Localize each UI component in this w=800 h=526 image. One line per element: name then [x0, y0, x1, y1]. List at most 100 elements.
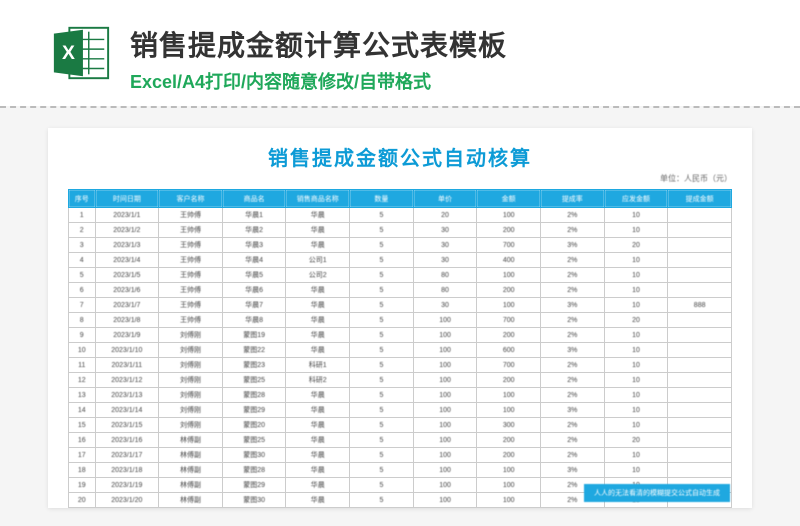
col-header: 提成率: [541, 190, 605, 208]
col-header: 数量: [350, 190, 414, 208]
table-cell: 5: [350, 313, 414, 328]
table-cell: [668, 268, 732, 283]
table-cell: 3%: [541, 403, 605, 418]
table-cell: 2%: [541, 313, 605, 328]
table-cell: 20: [604, 238, 668, 253]
table-cell: 100: [413, 403, 477, 418]
table-cell: 100: [477, 208, 541, 223]
table-cell: [222, 508, 286, 509]
table-cell: 20: [413, 208, 477, 223]
commission-table: 序号时间日期客户名称商品名销售商品名称数量单价金额提成率应发金额提成金额 120…: [68, 189, 732, 508]
table-cell: 5: [69, 268, 96, 283]
table-cell: 2%: [541, 328, 605, 343]
table-cell: 公司1: [286, 253, 350, 268]
table-cell: 5: [350, 238, 414, 253]
table-cell: 10: [604, 373, 668, 388]
table-cell: 100: [413, 493, 477, 508]
table-cell: 蒙图23: [222, 358, 286, 373]
table-cell: 华晨8: [222, 313, 286, 328]
col-header: 序号: [69, 190, 96, 208]
table-cell: 5: [350, 403, 414, 418]
table-row: 42023/1/4王帅傅华晨4公司15304002%10: [69, 253, 732, 268]
table-cell: 刘傅刚: [159, 328, 223, 343]
table-cell: 王帅傅: [159, 313, 223, 328]
table-cell: 700: [477, 358, 541, 373]
table-cell: 2023/1/4: [95, 253, 159, 268]
table-cell: 华晨: [286, 418, 350, 433]
table-cell: 2%: [541, 418, 605, 433]
table-cell: 100: [477, 268, 541, 283]
table-cell: 蒙图30: [222, 493, 286, 508]
table-cell: 3%: [541, 298, 605, 313]
table-cell: [668, 403, 732, 418]
table-cell: 华晨: [286, 433, 350, 448]
table-cell: 10: [604, 448, 668, 463]
table-row: 132023/1/13刘傅刚蒙图28华晨51001002%10: [69, 388, 732, 403]
table-cell: [668, 433, 732, 448]
table-cell: 刘傅刚: [159, 418, 223, 433]
table-cell: 刘傅刚: [159, 373, 223, 388]
table-cell: 10: [69, 343, 96, 358]
table-cell: 3%: [541, 238, 605, 253]
table-cell: [286, 508, 350, 509]
doc-note: 单位：人民币（元）: [68, 173, 732, 184]
page-title: 销售提成金额计算公式表模板: [130, 24, 507, 64]
table-cell: 2023/1/7: [95, 298, 159, 313]
table-cell: 蒙图30: [222, 448, 286, 463]
table-cell: 100: [413, 388, 477, 403]
table-cell: [159, 508, 223, 509]
table-cell: 4: [69, 253, 96, 268]
table-cell: 华晨5: [222, 268, 286, 283]
table-cell: 16: [69, 433, 96, 448]
table-cell: [668, 388, 732, 403]
table-cell: 700: [477, 238, 541, 253]
table-cell: 华晨1: [222, 208, 286, 223]
table-cell: 5: [350, 433, 414, 448]
table-cell: 华晨: [286, 448, 350, 463]
table-cell: 10: [604, 253, 668, 268]
table-cell: 20: [69, 493, 96, 508]
table-cell: 王帅傅: [159, 253, 223, 268]
table-cell: 100: [477, 478, 541, 493]
table-cell: 华晨: [286, 223, 350, 238]
table-cell: 林傅副: [159, 448, 223, 463]
table-row: 62023/1/6王帅傅华晨6华晨5802002%10: [69, 283, 732, 298]
table-row: 142023/1/14刘傅刚蒙图29华晨51001003%10: [69, 403, 732, 418]
table-cell: 科研2: [286, 373, 350, 388]
table-cell: 100: [477, 493, 541, 508]
table-cell: 10: [604, 283, 668, 298]
table-cell: [668, 463, 732, 478]
table-row: 162023/1/16林傅副蒙图25华晨51002002%20: [69, 433, 732, 448]
table-cell: 2%: [541, 223, 605, 238]
table-cell: 5: [350, 418, 414, 433]
table-cell: [668, 283, 732, 298]
table-cell: 华晨: [286, 463, 350, 478]
table-cell: 华晨2: [222, 223, 286, 238]
table-cell: 2%: [541, 448, 605, 463]
table-cell: [668, 508, 732, 509]
table-cell: 华晨: [286, 403, 350, 418]
table-cell: 80: [413, 283, 477, 298]
table-cell: 2023/1/19: [95, 478, 159, 493]
table-cell: 18: [69, 463, 96, 478]
table-cell: 2023/1/18: [95, 463, 159, 478]
table-row: 52023/1/5王帅傅华晨5公司25801002%10: [69, 268, 732, 283]
table-cell: 5: [350, 328, 414, 343]
table-cell: 2023/1/16: [95, 433, 159, 448]
table-cell: 5: [350, 478, 414, 493]
table-cell: 王帅傅: [159, 223, 223, 238]
table-cell: 30: [413, 298, 477, 313]
table-cell: [477, 508, 541, 509]
table-cell: 20: [604, 433, 668, 448]
table-row: 72023/1/7王帅傅华晨7华晨5301003%10888: [69, 298, 732, 313]
table-cell: 科研1: [286, 358, 350, 373]
table-cell: 5: [350, 448, 414, 463]
table-cell: 华晨: [286, 238, 350, 253]
table-cell: 华晨4: [222, 253, 286, 268]
table-cell: 100: [477, 403, 541, 418]
table-cell: 2023/1/6: [95, 283, 159, 298]
col-header: 提成金额: [668, 190, 732, 208]
table-row: 32023/1/3王帅傅华晨3华晨5307003%20: [69, 238, 732, 253]
col-header: 商品名: [222, 190, 286, 208]
col-header: 销售商品名称: [286, 190, 350, 208]
